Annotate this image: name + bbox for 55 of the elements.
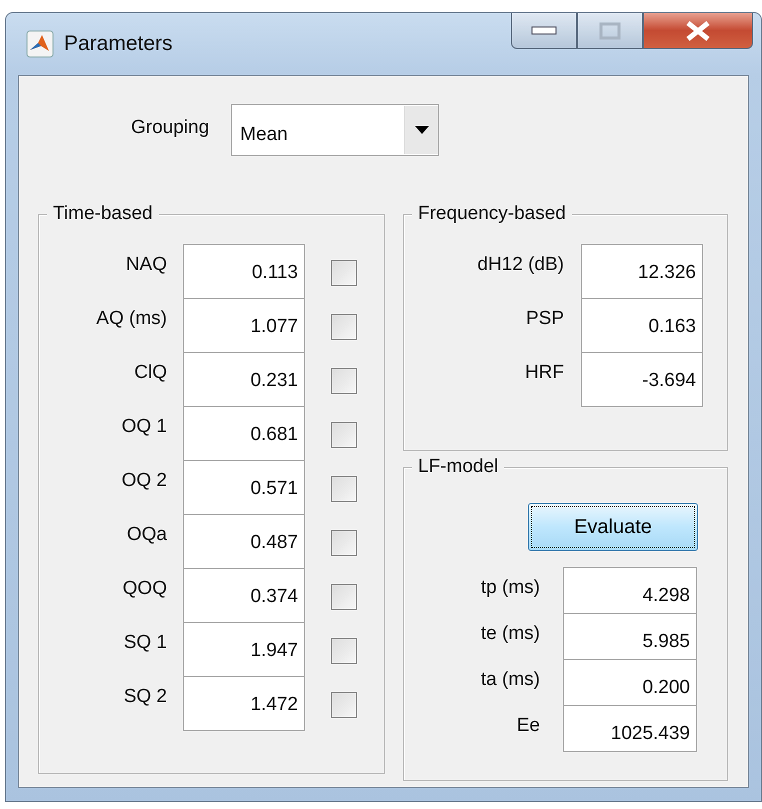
value-field[interactable]: 1025.439 <box>563 705 697 752</box>
value-field[interactable]: 0.681 <box>183 406 305 461</box>
caret-icon <box>414 126 429 134</box>
grouping-dropdown[interactable]: Mean <box>231 104 440 156</box>
checkbox[interactable] <box>331 638 357 664</box>
checkbox[interactable] <box>331 260 357 286</box>
field-label: ClQ <box>133 361 167 385</box>
maximize-icon <box>599 22 621 40</box>
minimize-button[interactable] <box>511 13 577 49</box>
field-label: OQa <box>126 523 167 547</box>
value-field[interactable]: 0.163 <box>581 298 703 353</box>
field-label: Ee <box>516 714 540 738</box>
checkbox[interactable] <box>331 368 357 394</box>
value-field[interactable]: 0.231 <box>183 352 305 407</box>
close-button[interactable] <box>643 13 753 49</box>
value-field[interactable]: 0.200 <box>563 659 697 706</box>
minimize-icon <box>531 26 557 36</box>
value-field[interactable]: 0.113 <box>183 244 305 299</box>
field-label: PSP <box>524 307 564 331</box>
value-field[interactable]: 0.571 <box>183 460 305 515</box>
value-field[interactable]: 1.472 <box>183 676 305 731</box>
checkbox[interactable] <box>331 476 357 502</box>
value-field[interactable]: 0.487 <box>183 514 305 569</box>
evaluate-button[interactable]: Evaluate <box>528 503 698 551</box>
value-field[interactable]: 0.374 <box>183 568 305 623</box>
window-title: Parameters <box>64 31 173 58</box>
grouping-label: Grouping <box>131 116 210 140</box>
field-label: AQ (ms) <box>95 307 167 331</box>
field-label: OQ 1 <box>120 415 167 439</box>
value-field[interactable]: 4.298 <box>563 567 697 614</box>
maximize-button[interactable] <box>577 13 643 49</box>
value-field[interactable]: -3.694 <box>581 352 703 407</box>
value-field[interactable]: 1.947 <box>183 622 305 677</box>
field-label: NAQ <box>124 253 167 277</box>
value-field[interactable]: 12.326 <box>581 244 703 299</box>
dropdown-value: Mean <box>240 122 288 147</box>
checkbox[interactable] <box>331 314 357 340</box>
field-label: OQ 2 <box>120 469 167 493</box>
value-field[interactable]: 1.077 <box>183 298 305 353</box>
value-field[interactable]: 5.985 <box>563 613 697 660</box>
field-label: HRF <box>524 361 564 385</box>
field-label: SQ 1 <box>122 631 167 655</box>
checkbox[interactable] <box>331 584 357 610</box>
checkbox[interactable] <box>331 422 357 448</box>
field-label: tp (ms) <box>480 576 540 600</box>
field-label: dH12 (dB) <box>476 253 564 277</box>
app-icon <box>26 30 54 58</box>
field-label: ta (ms) <box>480 668 540 692</box>
checkbox[interactable] <box>331 530 357 556</box>
close-icon <box>684 20 712 42</box>
checkbox[interactable] <box>331 692 357 718</box>
panel-title: Frequency-based <box>412 202 572 226</box>
field-label: QOQ <box>122 577 167 601</box>
field-label: te (ms) <box>480 622 540 646</box>
field-label: SQ 2 <box>122 685 167 709</box>
